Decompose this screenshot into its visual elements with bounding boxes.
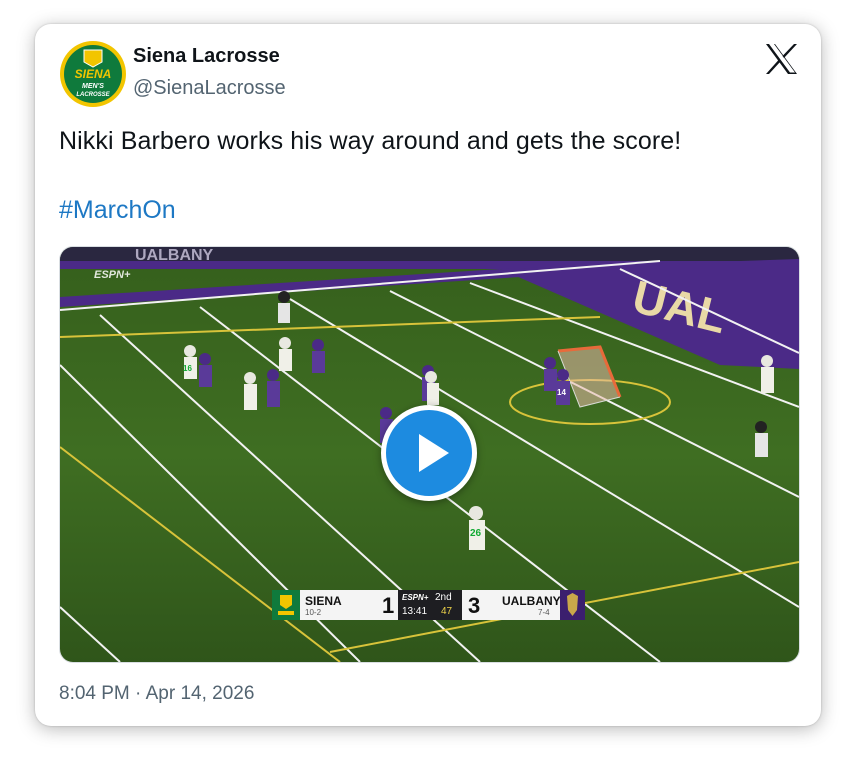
broadcaster-watermark: ESPN+ — [94, 269, 131, 281]
jersey-number: 14 — [557, 388, 566, 397]
scoreboard: SIENA 10-2 1 ESPN+ 2nd 13:41 47 3 UALBAN… — [272, 590, 585, 620]
home-team-record: 10-2 — [305, 608, 322, 617]
home-team: SIENA 10-2 1 — [300, 590, 398, 620]
wall-text: UALBANY — [135, 247, 214, 264]
ualbany-logo-icon — [560, 590, 585, 620]
period: 2nd — [435, 592, 452, 603]
home-score: 1 — [382, 593, 395, 618]
play-button[interactable] — [381, 405, 477, 501]
post-text: Nikki Barbero works his way around and g… — [59, 127, 682, 155]
post-card[interactable]: SIENA MEN'S LACROSSE Siena Lacrosse @Sie… — [35, 24, 821, 726]
away-team-name: UALBANY — [502, 594, 561, 608]
siena-logo-icon — [272, 590, 300, 620]
game-clock: 13:41 — [402, 606, 428, 617]
away-team: 3 UALBANY 7-4 — [462, 590, 561, 620]
avatar-text-1: SIENA — [75, 67, 112, 81]
play-icon — [419, 434, 449, 472]
author-name[interactable]: Siena Lacrosse — [133, 45, 280, 68]
home-team-name: SIENA — [305, 594, 342, 608]
network-label: ESPN+ — [402, 593, 429, 602]
post-timestamp[interactable]: 8:04 PM · Apr 14, 2026 — [59, 683, 254, 705]
x-logo-icon[interactable] — [765, 44, 798, 74]
away-score: 3 — [468, 593, 481, 618]
avatar[interactable]: SIENA MEN'S LACROSSE — [59, 40, 127, 108]
avatar-text-2: MEN'S — [82, 83, 104, 90]
away-team-record: 7-4 — [538, 608, 550, 617]
jersey-number: 26 — [470, 528, 482, 539]
video-player[interactable]: UALBANY UAL 16 26 14 ESPN+ SIENA 10-2 1 … — [59, 246, 800, 663]
hashtag-link[interactable]: #MarchOn — [59, 196, 176, 225]
shot-clock: 47 — [441, 606, 453, 617]
jersey-number: 16 — [183, 364, 192, 373]
avatar-text-3: LACROSSE — [76, 92, 110, 98]
author-handle[interactable]: @SienaLacrosse — [133, 77, 286, 100]
game-clock-panel: ESPN+ 2nd 13:41 47 — [398, 590, 462, 620]
